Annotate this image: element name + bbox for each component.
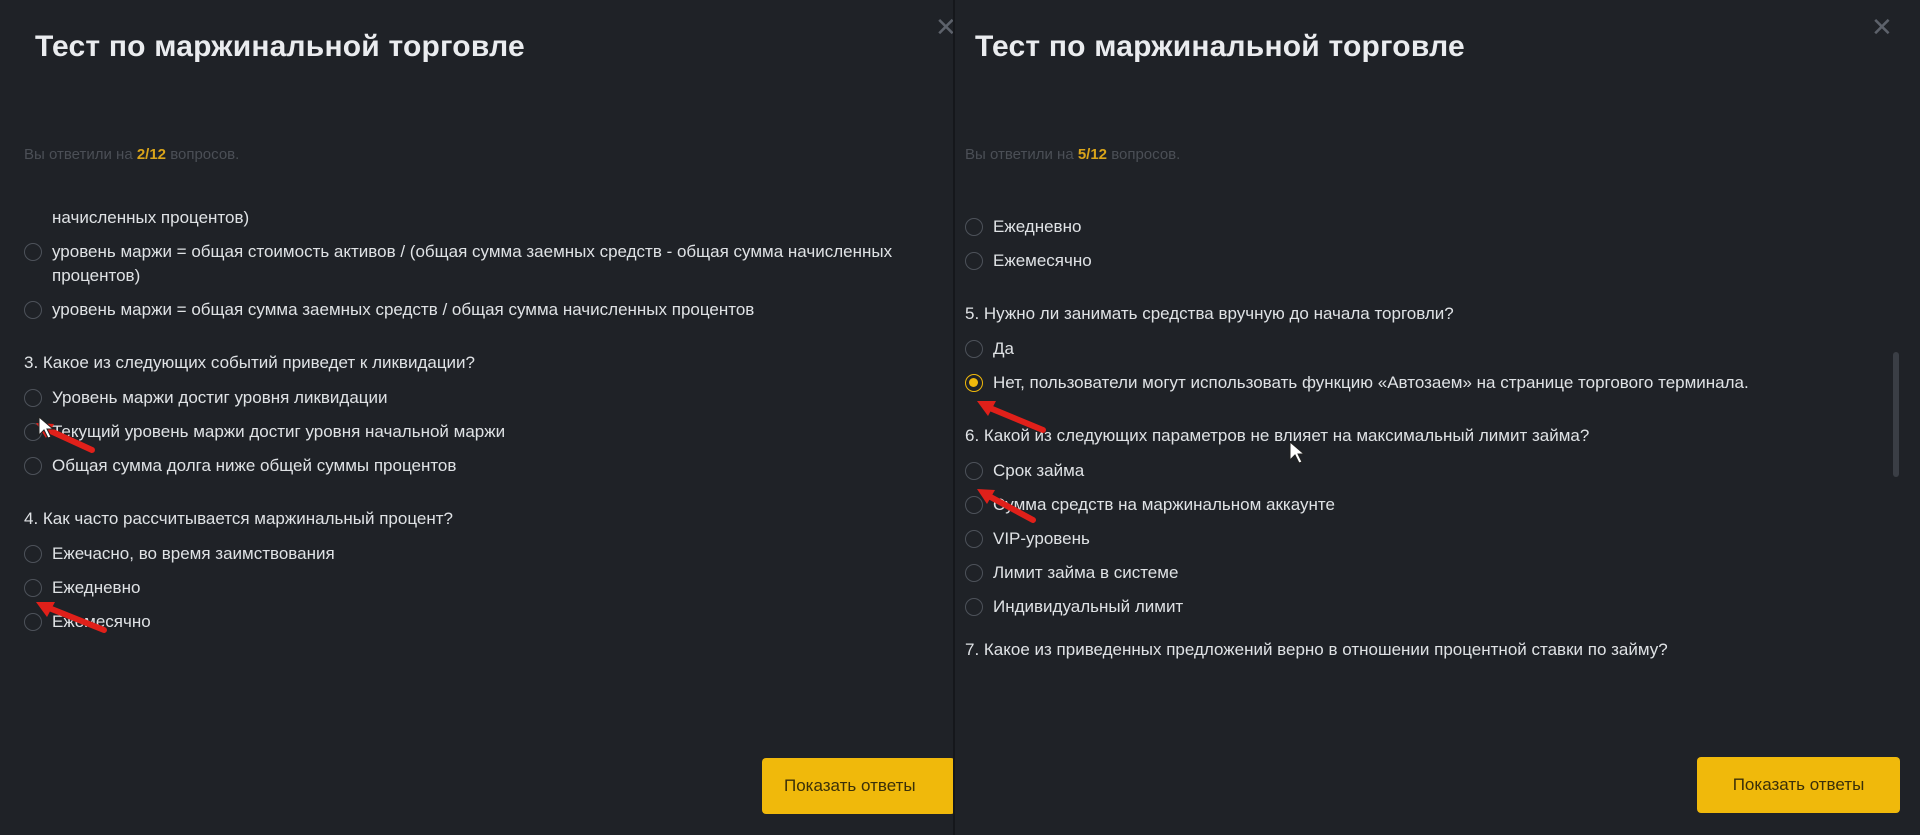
screenshot-stage: Тест по маржинальной торговле ✕ Вы ответ…	[0, 0, 1920, 835]
option-label: Да	[993, 339, 1014, 358]
radio-button[interactable]	[24, 243, 42, 261]
progress-suffix: вопросов.	[1107, 146, 1181, 163]
question-4-text: 4. Как часто рассчитывается маржинальный…	[24, 509, 453, 528]
answer-option[interactable]: Ежемесячно	[965, 244, 1896, 278]
question-7-clipped: 7. Какое из приведенных предложений верн…	[965, 638, 1896, 660]
answer-option-selected[interactable]: Нет, пользователи могут использовать фун…	[965, 366, 1896, 400]
option-label: Уровень маржи достиг уровня ликвидации	[52, 388, 388, 407]
option-label: Сумма средств на маржинальном аккаунте	[993, 495, 1335, 514]
option-label: Ежедневно	[993, 217, 1082, 236]
question-5-text: 5. Нужно ли занимать средства вручную до…	[965, 304, 1454, 323]
question-7-text: 7. Какое из приведенных предложений верн…	[965, 640, 1668, 659]
option-label: Лимит займа в системе	[993, 563, 1179, 582]
option-label: Нет, пользователи могут использовать фун…	[993, 373, 1749, 392]
show-answers-button[interactable]: Показать ответы	[762, 758, 955, 814]
answer-option[interactable]: Уровень маржи достиг уровня ликвидации	[24, 381, 935, 415]
scrollbar-thumb[interactable]	[1893, 352, 1899, 477]
option-continuation: начисленных процентов)	[24, 206, 935, 235]
quiz-modal-left: Тест по маржинальной торговле ✕ Вы ответ…	[0, 0, 955, 835]
radio-button[interactable]	[965, 496, 983, 514]
modal-title: Тест по маржинальной торговле	[975, 30, 1465, 63]
option-label: Срок займа	[993, 461, 1085, 480]
answer-option[interactable]: Ежедневно	[24, 571, 935, 605]
radio-button[interactable]	[24, 613, 42, 631]
question-3-text: 3. Какое из следующих событий приведет к…	[24, 353, 476, 372]
progress-suffix: вопросов.	[166, 146, 240, 163]
progress-count: 5/12	[1077, 146, 1108, 163]
radio-button[interactable]	[965, 530, 983, 548]
option-label: уровень маржи = общая сумма заемных сред…	[52, 300, 755, 319]
radio-button-selected[interactable]	[965, 374, 983, 392]
answer-option[interactable]: Лимит займа в системе	[965, 556, 1896, 590]
option-label: Ежечасно, во время заимствования	[52, 544, 335, 563]
quiz-modal-right: Тест по маржинальной торговле ✕ Вы ответ…	[955, 0, 1920, 835]
answer-option[interactable]: Ежемесячно	[24, 605, 935, 639]
modal-title: Тест по маржинальной торговле	[35, 30, 525, 63]
answer-option[interactable]: уровень маржи = общая стоимость активов …	[24, 235, 935, 293]
question-list[interactable]: Ежедневно Ежемесячно 5. Нужно ли занимат…	[965, 210, 1896, 660]
answer-option[interactable]: Сумма средств на маржинальном аккаунте	[965, 488, 1896, 522]
question-6-text: 6. Какой из следующих параметров не влия…	[965, 426, 1590, 445]
progress-prefix: Вы ответили на	[965, 146, 1078, 163]
question-list[interactable]: начисленных процентов) уровень маржи = о…	[24, 206, 935, 639]
answer-option[interactable]: уровень маржи = общая сумма заемных сред…	[24, 293, 935, 327]
answer-option[interactable]: Ежедневно	[965, 210, 1896, 244]
option-label: VIP-уровень	[993, 529, 1090, 548]
answer-option[interactable]: Да	[965, 332, 1896, 366]
radio-button[interactable]	[965, 598, 983, 616]
option-label: начисленных процентов)	[52, 208, 250, 227]
radio-button[interactable]	[965, 218, 983, 236]
close-icon[interactable]: ✕	[1871, 12, 1893, 43]
radio-button[interactable]	[965, 340, 983, 358]
progress-count: 2/12	[136, 146, 167, 163]
answer-progress: Вы ответили на 5/12 вопросов.	[965, 146, 1180, 163]
answer-option[interactable]: Общая сумма долга ниже общей суммы проце…	[24, 449, 935, 483]
radio-button[interactable]	[24, 545, 42, 563]
close-icon[interactable]: ✕	[935, 12, 955, 43]
radio-button[interactable]	[965, 564, 983, 582]
option-label: Ежемесячно	[993, 251, 1092, 270]
option-label: Текущий уровень маржи достиг уровня нача…	[52, 422, 506, 441]
radio-button[interactable]	[24, 389, 42, 407]
answer-option[interactable]: Срок займа	[965, 454, 1896, 488]
radio-button[interactable]	[24, 457, 42, 475]
radio-button[interactable]	[24, 301, 42, 319]
radio-button[interactable]	[965, 462, 983, 480]
answer-option[interactable]: Ежечасно, во время заимствования	[24, 537, 935, 571]
option-label: Ежемесячно	[52, 612, 151, 631]
show-answers-button[interactable]: Показать ответы	[1697, 757, 1900, 813]
option-label: Индивидуальный лимит	[993, 597, 1184, 616]
answer-option[interactable]: Индивидуальный лимит	[965, 590, 1896, 624]
answer-progress: Вы ответили на 2/12 вопросов.	[24, 146, 239, 163]
answer-option[interactable]: VIP-уровень	[965, 522, 1896, 556]
option-label: Ежедневно	[52, 578, 141, 597]
radio-button[interactable]	[24, 423, 42, 441]
answer-option[interactable]: Текущий уровень маржи достиг уровня нача…	[24, 415, 935, 449]
option-label: Общая сумма долга ниже общей суммы проце…	[52, 456, 457, 475]
radio-button[interactable]	[24, 579, 42, 597]
progress-prefix: Вы ответили на	[24, 146, 137, 163]
radio-button[interactable]	[965, 252, 983, 270]
option-label: уровень маржи = общая стоимость активов …	[52, 242, 893, 285]
